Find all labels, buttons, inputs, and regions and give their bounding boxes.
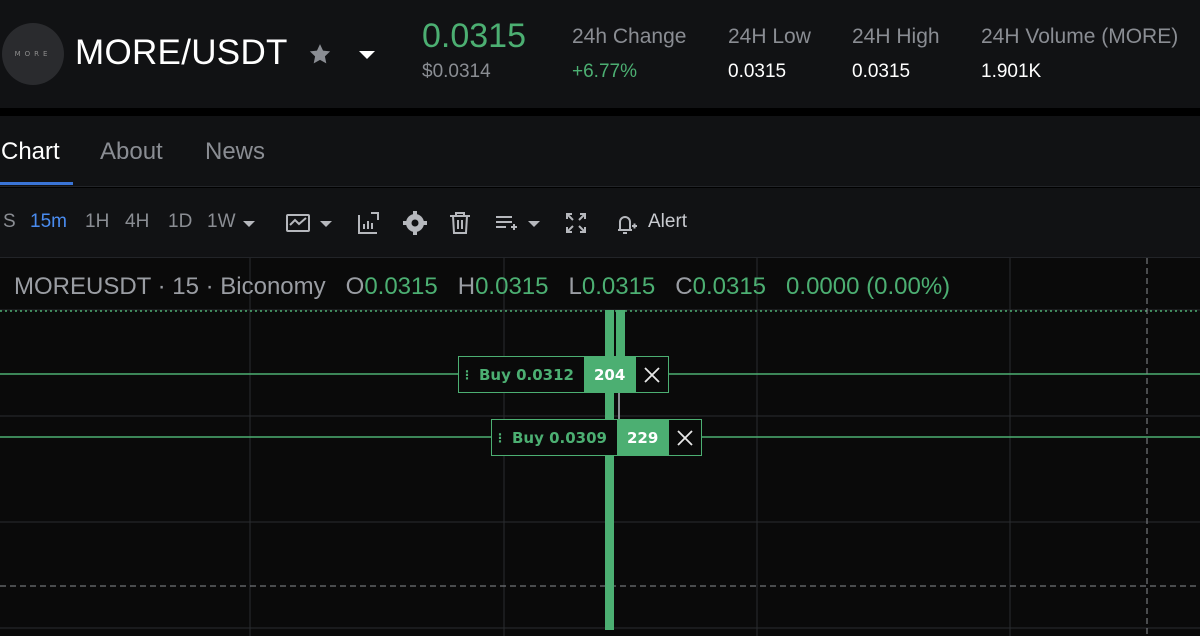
- cancel-order-close-icon[interactable]: [668, 420, 701, 455]
- stat-value-high: 0.0315: [852, 61, 911, 82]
- timeframe-1d[interactable]: 1D: [168, 211, 192, 233]
- legend-open-value: 0.0315: [364, 273, 438, 300]
- chart-legend: MOREUSDT · 15 · Biconomy O0.0315 H0.0315…: [14, 273, 950, 301]
- order-tag-buy-1[interactable]: ⋮ Buy 0.0312 204: [458, 356, 670, 393]
- layers-list-icon[interactable]: [493, 210, 519, 236]
- layers-dropdown-chevron-icon[interactable]: [528, 221, 540, 227]
- content-tabs: Chart About News: [0, 116, 1200, 187]
- drag-handle-icon[interactable]: ⋮: [492, 420, 506, 455]
- fullscreen-icon[interactable]: [563, 210, 589, 236]
- alert-button-label[interactable]: Alert: [648, 211, 687, 233]
- tab-about[interactable]: About: [100, 138, 163, 166]
- stat-value-change: +6.77%: [572, 61, 637, 82]
- stat-label-high: 24H High: [852, 25, 940, 48]
- market-header: MORE MORE/USDT 0.0315 $0.0314 24h Change…: [0, 0, 1200, 108]
- cancel-order-close-icon[interactable]: [635, 357, 668, 392]
- stat-label-change: 24h Change: [572, 25, 687, 48]
- trash-icon[interactable]: [447, 210, 473, 236]
- order-quantity: 204: [584, 357, 636, 392]
- last-price: 0.0315: [422, 17, 526, 55]
- legend-symbol: MOREUSDT · 15 · Biconomy: [14, 273, 326, 300]
- order-tag-buy-2[interactable]: ⋮ Buy 0.0309 229: [491, 419, 703, 456]
- stat-value-volume: 1.901K: [981, 61, 1042, 82]
- legend-high-key: H: [457, 273, 476, 300]
- alert-clock-icon[interactable]: [612, 210, 638, 236]
- legend-low-value: 0.0315: [581, 273, 656, 300]
- legend-change-value: 0.0000 (0.00%): [786, 273, 951, 300]
- timeframe-s[interactable]: S: [3, 211, 16, 233]
- settings-gear-icon[interactable]: [402, 210, 428, 236]
- timeframe-1w[interactable]: 1W: [207, 211, 236, 233]
- pair-dropdown-chevron-icon[interactable]: [359, 51, 375, 59]
- favorite-star-icon[interactable]: [306, 40, 334, 68]
- timeframe-dropdown-chevron-icon[interactable]: [243, 221, 255, 227]
- chart-type-icon[interactable]: [285, 210, 311, 236]
- token-logo-text: MORE: [14, 50, 52, 58]
- timeframe-15m[interactable]: 15m: [30, 211, 67, 233]
- token-logo: MORE: [2, 23, 64, 85]
- order-label: Buy 0.0312: [479, 365, 574, 384]
- tab-chart[interactable]: Chart: [1, 138, 60, 166]
- indicators-icon[interactable]: [356, 210, 382, 236]
- timeframe-4h[interactable]: 4H: [125, 211, 149, 233]
- header-divider: [0, 108, 1200, 116]
- order-label: Buy 0.0309: [512, 428, 607, 447]
- pair-title[interactable]: MORE/USDT: [75, 33, 288, 73]
- tab-news[interactable]: News: [205, 138, 265, 166]
- legend-close-value: 0.0315: [692, 273, 767, 300]
- chart-type-dropdown-chevron-icon[interactable]: [320, 221, 332, 227]
- legend-low-key: L: [568, 273, 582, 300]
- drag-handle-icon[interactable]: ⋮: [459, 357, 473, 392]
- legend-open-key: O: [345, 273, 365, 300]
- stat-label-volume: 24H Volume (MORE): [981, 25, 1179, 48]
- last-price-usd: $0.0314: [422, 61, 491, 82]
- chart-toolbar: S 15m 1H 4H 1D 1W Alert: [0, 188, 1200, 258]
- price-chart[interactable]: MOREUSDT · 15 · Biconomy O0.0315 H0.0315…: [0, 258, 1200, 636]
- order-quantity: 229: [617, 420, 669, 455]
- stat-value-low: 0.0315: [728, 61, 787, 82]
- stat-label-low: 24H Low: [728, 25, 811, 48]
- legend-close-key: C: [675, 273, 693, 300]
- legend-high-value: 0.0315: [475, 273, 549, 300]
- timeframe-1h[interactable]: 1H: [85, 211, 109, 233]
- active-tab-indicator: [0, 182, 73, 185]
